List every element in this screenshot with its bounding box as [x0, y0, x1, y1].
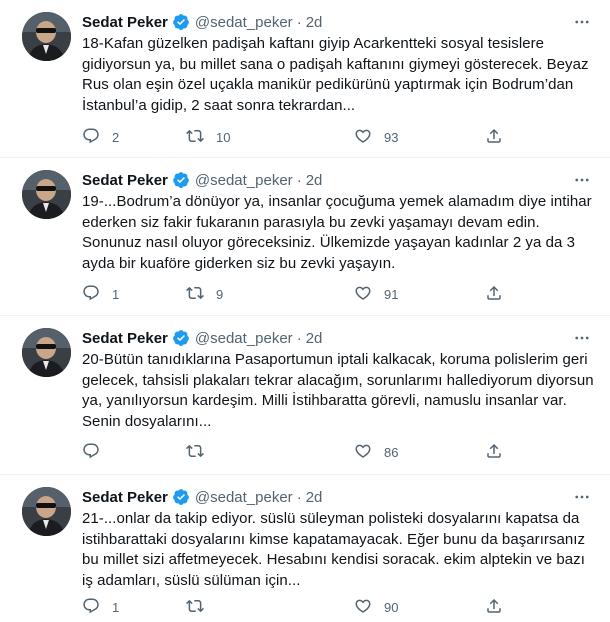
tweet[interactable]: Sedat Peker @sedat_peker · 2d 20-Bütün t… — [0, 316, 610, 475]
share-icon — [485, 127, 503, 148]
verified-badge-icon — [172, 488, 190, 506]
verified-badge-icon — [172, 329, 190, 347]
avatar[interactable] — [22, 328, 71, 377]
like-count: 93 — [384, 130, 399, 145]
retweet-button[interactable]: 10 — [186, 127, 230, 148]
author-handle[interactable]: @sedat_peker — [195, 330, 293, 347]
timestamp[interactable]: 2d — [306, 172, 323, 189]
retweet-button[interactable] — [186, 442, 216, 463]
tweet-actions: 2 10 93 — [82, 127, 512, 147]
more-icon[interactable] — [572, 328, 592, 348]
reply-button[interactable]: 2 — [82, 127, 119, 148]
like-icon — [354, 597, 372, 618]
tweet-actions: 1 90 — [82, 597, 512, 617]
avatar[interactable] — [22, 170, 71, 219]
reply-button[interactable]: 1 — [82, 597, 119, 618]
like-icon — [354, 442, 372, 463]
retweet-count: 9 — [216, 287, 224, 302]
more-icon[interactable] — [572, 487, 592, 507]
author-name[interactable]: Sedat Peker — [82, 172, 168, 189]
share-icon — [485, 284, 503, 305]
separator-dot: · — [296, 13, 302, 31]
avatar[interactable] — [22, 12, 71, 61]
tweet[interactable]: Sedat Peker @sedat_peker · 2d 18-Kafan g… — [0, 0, 610, 158]
share-button[interactable] — [485, 442, 503, 463]
share-button[interactable] — [485, 284, 503, 305]
like-button[interactable]: 93 — [354, 127, 398, 148]
like-button[interactable]: 91 — [354, 284, 398, 305]
reply-count: 2 — [112, 130, 120, 145]
share-button[interactable] — [485, 597, 503, 618]
more-icon[interactable] — [572, 12, 592, 32]
like-count: 90 — [384, 600, 399, 615]
retweet-icon — [186, 597, 204, 618]
like-count: 86 — [384, 445, 399, 460]
reply-count: 1 — [112, 287, 120, 302]
like-icon — [354, 127, 372, 148]
verified-badge-icon — [172, 171, 190, 189]
tweet[interactable]: Sedat Peker @sedat_peker · 2d 19-...Bodr… — [0, 158, 610, 316]
reply-icon — [82, 442, 100, 463]
author-name[interactable]: Sedat Peker — [82, 14, 168, 31]
reply-icon — [82, 284, 100, 305]
reply-icon — [82, 597, 100, 618]
share-icon — [485, 442, 503, 463]
tweet-actions: 86 — [82, 442, 512, 462]
tweet-feed: Sedat Peker @sedat_peker · 2d 18-Kafan g… — [0, 0, 610, 622]
retweet-button[interactable]: 9 — [186, 284, 223, 305]
reply-button[interactable]: 1 — [82, 284, 119, 305]
author-name[interactable]: Sedat Peker — [82, 489, 168, 506]
tweet-header: Sedat Peker @sedat_peker · 2d — [82, 170, 322, 190]
retweet-icon — [186, 442, 204, 463]
author-name[interactable]: Sedat Peker — [82, 330, 168, 347]
tweet-text: 19-...Bodrum’a dönüyor ya, insanlar çocu… — [82, 193, 592, 272]
reply-button[interactable] — [82, 442, 112, 463]
tweet-header: Sedat Peker @sedat_peker · 2d — [82, 12, 322, 32]
separator-dot: · — [296, 488, 302, 506]
author-handle[interactable]: @sedat_peker — [195, 172, 293, 189]
retweet-icon — [186, 284, 204, 305]
share-button[interactable] — [485, 127, 503, 148]
author-handle[interactable]: @sedat_peker — [195, 14, 293, 31]
retweet-button[interactable] — [186, 597, 216, 618]
reply-icon — [82, 127, 100, 148]
tweet-actions: 1 9 91 — [82, 284, 512, 304]
retweet-icon — [186, 127, 204, 148]
like-button[interactable]: 86 — [354, 442, 398, 463]
timestamp[interactable]: 2d — [306, 489, 323, 506]
timestamp[interactable]: 2d — [306, 330, 323, 347]
tweet-text: 21-...onlar da takip ediyor. süslü süley… — [82, 510, 586, 589]
timestamp[interactable]: 2d — [306, 14, 323, 31]
like-count: 91 — [384, 287, 399, 302]
tweet-header: Sedat Peker @sedat_peker · 2d — [82, 487, 322, 507]
tweet-header: Sedat Peker @sedat_peker · 2d — [82, 328, 322, 348]
more-icon[interactable] — [572, 170, 592, 190]
avatar[interactable] — [22, 487, 71, 536]
verified-badge-icon — [172, 13, 190, 31]
separator-dot: · — [296, 329, 302, 347]
tweet[interactable]: Sedat Peker @sedat_peker · 2d 21-...onla… — [0, 475, 610, 622]
like-button[interactable]: 90 — [354, 597, 398, 618]
separator-dot: · — [296, 171, 302, 189]
tweet-text: 20-Bütün tanıdıklarına Pasaportumun ipta… — [82, 351, 594, 430]
retweet-count: 10 — [216, 130, 231, 145]
author-handle[interactable]: @sedat_peker — [195, 489, 293, 506]
tweet-text: 18-Kafan güzelken padişah kaftanı giyip … — [82, 35, 589, 114]
like-icon — [354, 284, 372, 305]
share-icon — [485, 597, 503, 618]
reply-count: 1 — [112, 600, 120, 615]
